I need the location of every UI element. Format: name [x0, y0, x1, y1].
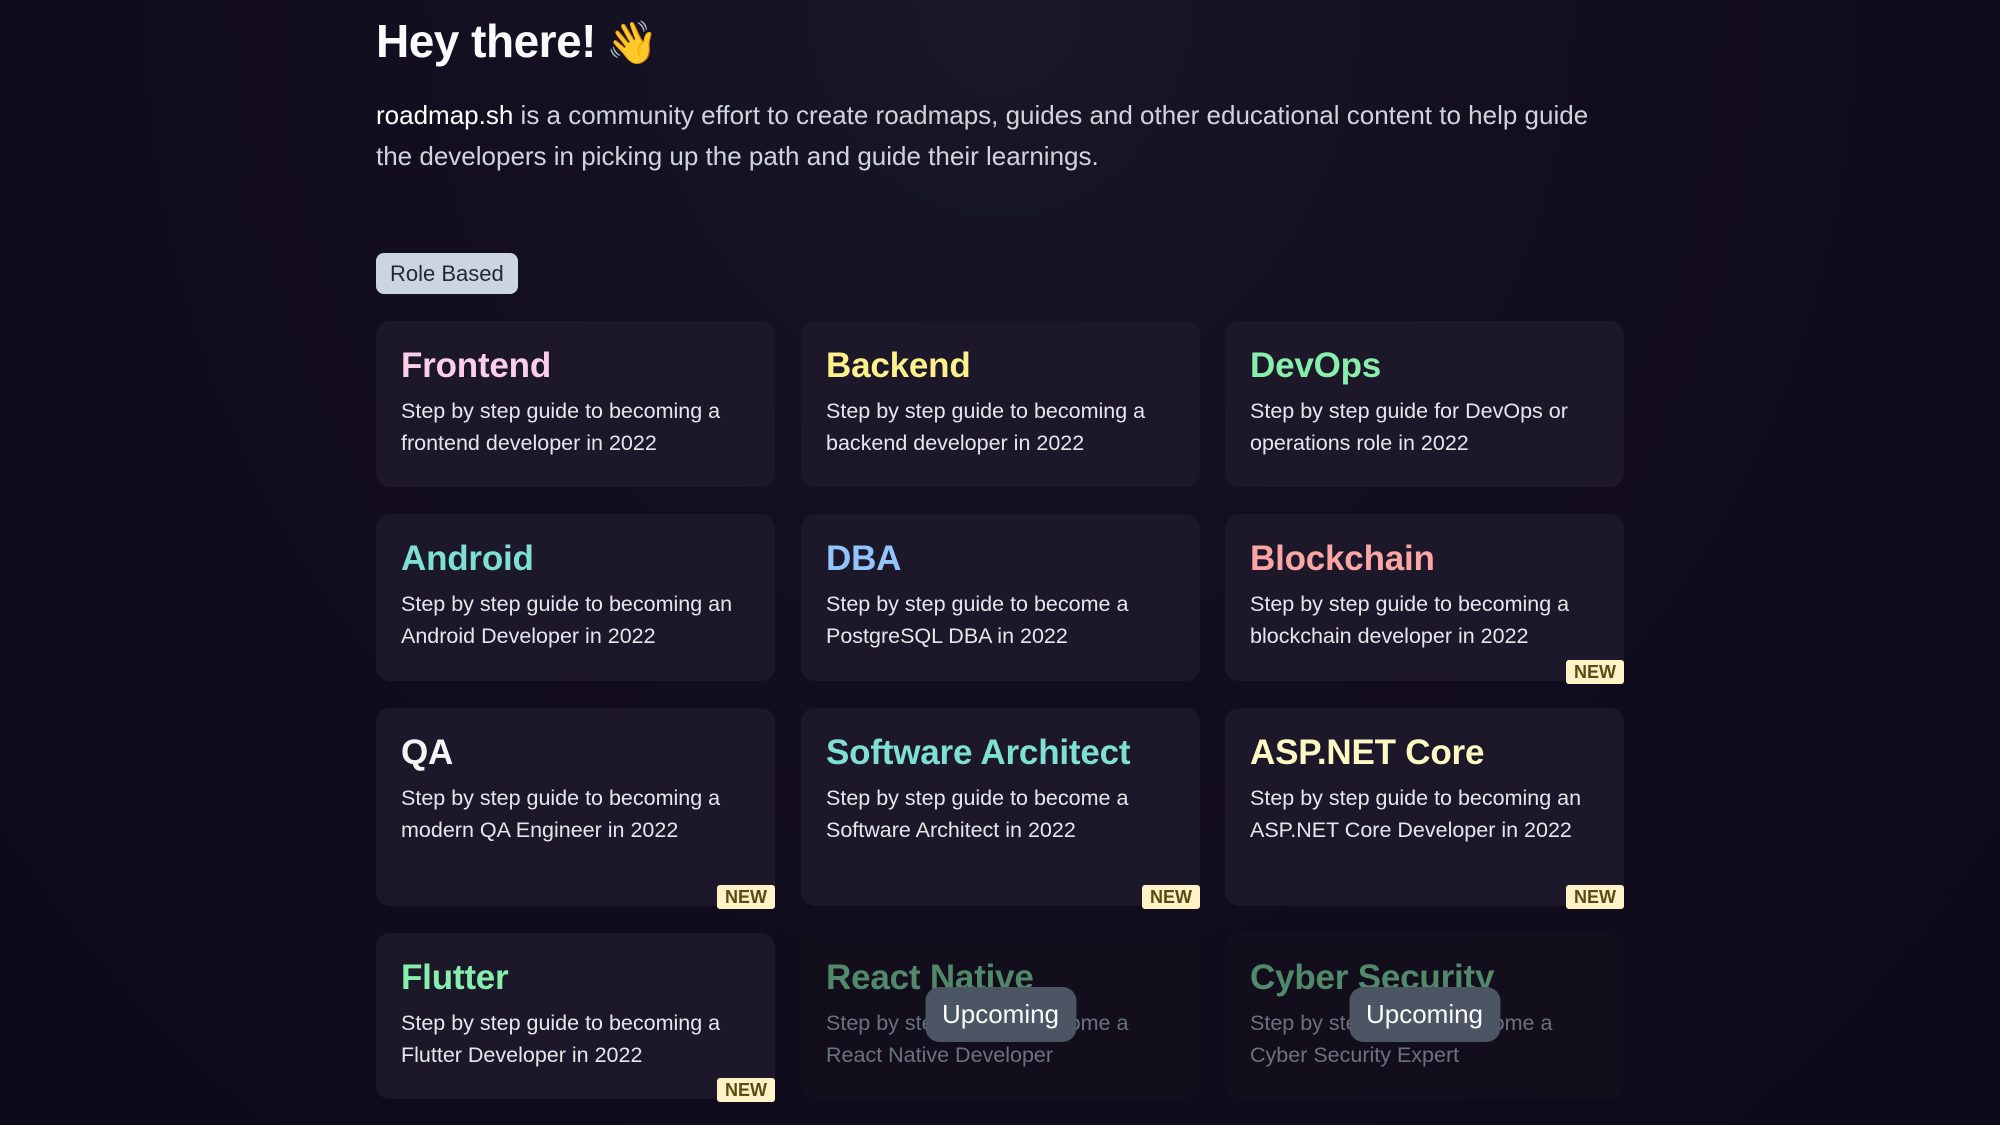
card-title: DBA: [826, 539, 902, 578]
waving-hand-icon: 👋: [605, 18, 658, 67]
roadmap-card-qa[interactable]: QA Step by step guide to becoming a moder…: [376, 708, 775, 909]
roadmap-card-asp-net-core[interactable]: ASP.NET Core Step by step guide to becomi…: [1225, 708, 1624, 909]
new-badge: NEW: [1142, 885, 1200, 909]
new-badge: NEW: [1566, 660, 1624, 684]
intro-paragraph: roadmap.sh is a community effort to crea…: [376, 95, 1624, 177]
page-title-text: Hey there!: [376, 15, 596, 67]
upcoming-badge: Upcoming: [1348, 987, 1501, 1042]
upcoming-badge: Upcoming: [924, 987, 1077, 1042]
brand-name: roadmap.sh: [376, 100, 514, 130]
new-badge: NEW: [717, 885, 775, 909]
card-title: DevOps: [1250, 346, 1382, 385]
card-description: Step by step guide to becoming a blockch…: [1250, 592, 1570, 648]
card-title: Blockchain: [1250, 539, 1435, 578]
roadmap-card-software-architect[interactable]: Software Architect Step by step guide to …: [801, 708, 1200, 909]
card-description: Step by step guide for DevOps or operati…: [1250, 399, 1568, 455]
card-title: Flutter: [401, 958, 509, 997]
card-description: Step by step guide to becoming a modern …: [401, 786, 721, 842]
card-description: Step by step guide to become a PostgreSQ…: [826, 592, 1129, 648]
card-description: Step by step guide to becoming an ASP.NE…: [1250, 786, 1582, 842]
card-title: Frontend: [401, 346, 552, 385]
roadmap-card-android[interactable]: Android Step by step guide to becoming an…: [376, 514, 775, 681]
roadmap-card-react-native[interactable]: React NativeStep by step guide to become…: [801, 933, 1200, 1099]
card-title: Backend: [826, 346, 971, 385]
card-description: Step by step guide to become a Software …: [826, 786, 1129, 842]
card-title: QA: [401, 733, 454, 772]
card-description: Step by step guide to becoming a Flutter…: [401, 1011, 721, 1067]
roadmap-card-cyber-security[interactable]: Cyber SecurityStep by step guide to beco…: [1225, 933, 1624, 1099]
card-title: Software Architect: [826, 733, 1131, 772]
roadmap-card-flutter[interactable]: Flutter Step by step guide to becoming a …: [376, 933, 775, 1102]
section-label-role-based: Role Based: [376, 253, 518, 294]
page-title: Hey there! 👋: [376, 14, 658, 68]
new-badge: NEW: [1566, 885, 1624, 909]
card-description: Step by step guide to becoming a backend…: [826, 399, 1146, 455]
card-title: ASP.NET Core: [1250, 733, 1485, 772]
roadmap-card-backend[interactable]: Backend Step by step guide to becoming a …: [801, 321, 1200, 487]
card-description: Step by step guide to becoming a fronten…: [401, 399, 721, 455]
intro-text: is a community effort to create roadmaps…: [376, 100, 1589, 171]
new-badge: NEW: [717, 1078, 775, 1102]
roadmap-card-dba[interactable]: DBA Step by step guide to become a Postgr…: [801, 514, 1200, 681]
roadmap-card-blockchain[interactable]: Blockchain Step by step guide to becoming…: [1225, 514, 1624, 684]
roadmap-card-devops[interactable]: DevOps Step by step guide for DevOps or o…: [1225, 321, 1624, 487]
card-description: Step by step guide to becoming an Androi…: [401, 592, 733, 648]
roadmap-card-frontend[interactable]: Frontend Step by step guide to becoming a…: [376, 321, 775, 487]
card-title: Android: [401, 539, 534, 578]
